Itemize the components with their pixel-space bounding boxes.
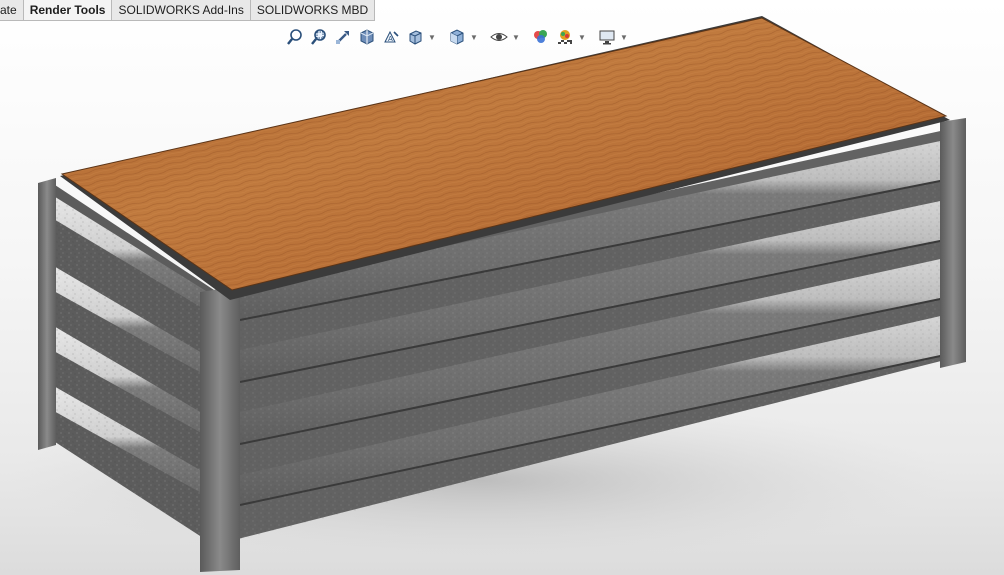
tab-solidworks-mbd[interactable]: SOLIDWORKS MBD (250, 0, 376, 21)
heads-up-view-toolbar: A ▼ ▼ ▼ ▼ ▼ (284, 25, 628, 49)
chevron-down-icon[interactable]: ▼ (470, 26, 478, 48)
tab-ate[interactable]: ate (0, 0, 24, 21)
view-orientation-icon[interactable] (404, 26, 426, 48)
view-settings-icon[interactable] (596, 26, 618, 48)
chevron-down-icon[interactable]: ▼ (578, 26, 586, 48)
command-manager-tabs: ate Render Tools SOLIDWORKS Add-Ins SOLI… (0, 0, 376, 22)
previous-view-icon[interactable] (332, 26, 354, 48)
graphics-area[interactable] (0, 0, 1004, 575)
chevron-down-icon[interactable]: ▼ (512, 26, 520, 48)
apply-scene-icon[interactable] (554, 26, 576, 48)
tab-render-tools[interactable]: Render Tools (23, 0, 113, 21)
chevron-down-icon[interactable]: ▼ (620, 26, 628, 48)
svg-text:A: A (388, 35, 393, 43)
left-corner-post (38, 178, 56, 450)
right-corner-post (940, 118, 966, 368)
chevron-down-icon[interactable]: ▼ (428, 26, 436, 48)
dynamic-annotation-views-icon[interactable]: A (380, 26, 402, 48)
hide-show-items-icon[interactable] (488, 26, 510, 48)
edit-appearance-icon[interactable] (530, 26, 552, 48)
tab-solidworks-add-ins[interactable]: SOLIDWORKS Add-Ins (112, 0, 251, 21)
section-view-icon[interactable] (356, 26, 378, 48)
zoom-to-area-icon[interactable] (308, 26, 330, 48)
front-corner-post (200, 286, 240, 572)
zoom-to-fit-icon[interactable] (284, 26, 306, 48)
display-style-icon[interactable] (446, 26, 468, 48)
